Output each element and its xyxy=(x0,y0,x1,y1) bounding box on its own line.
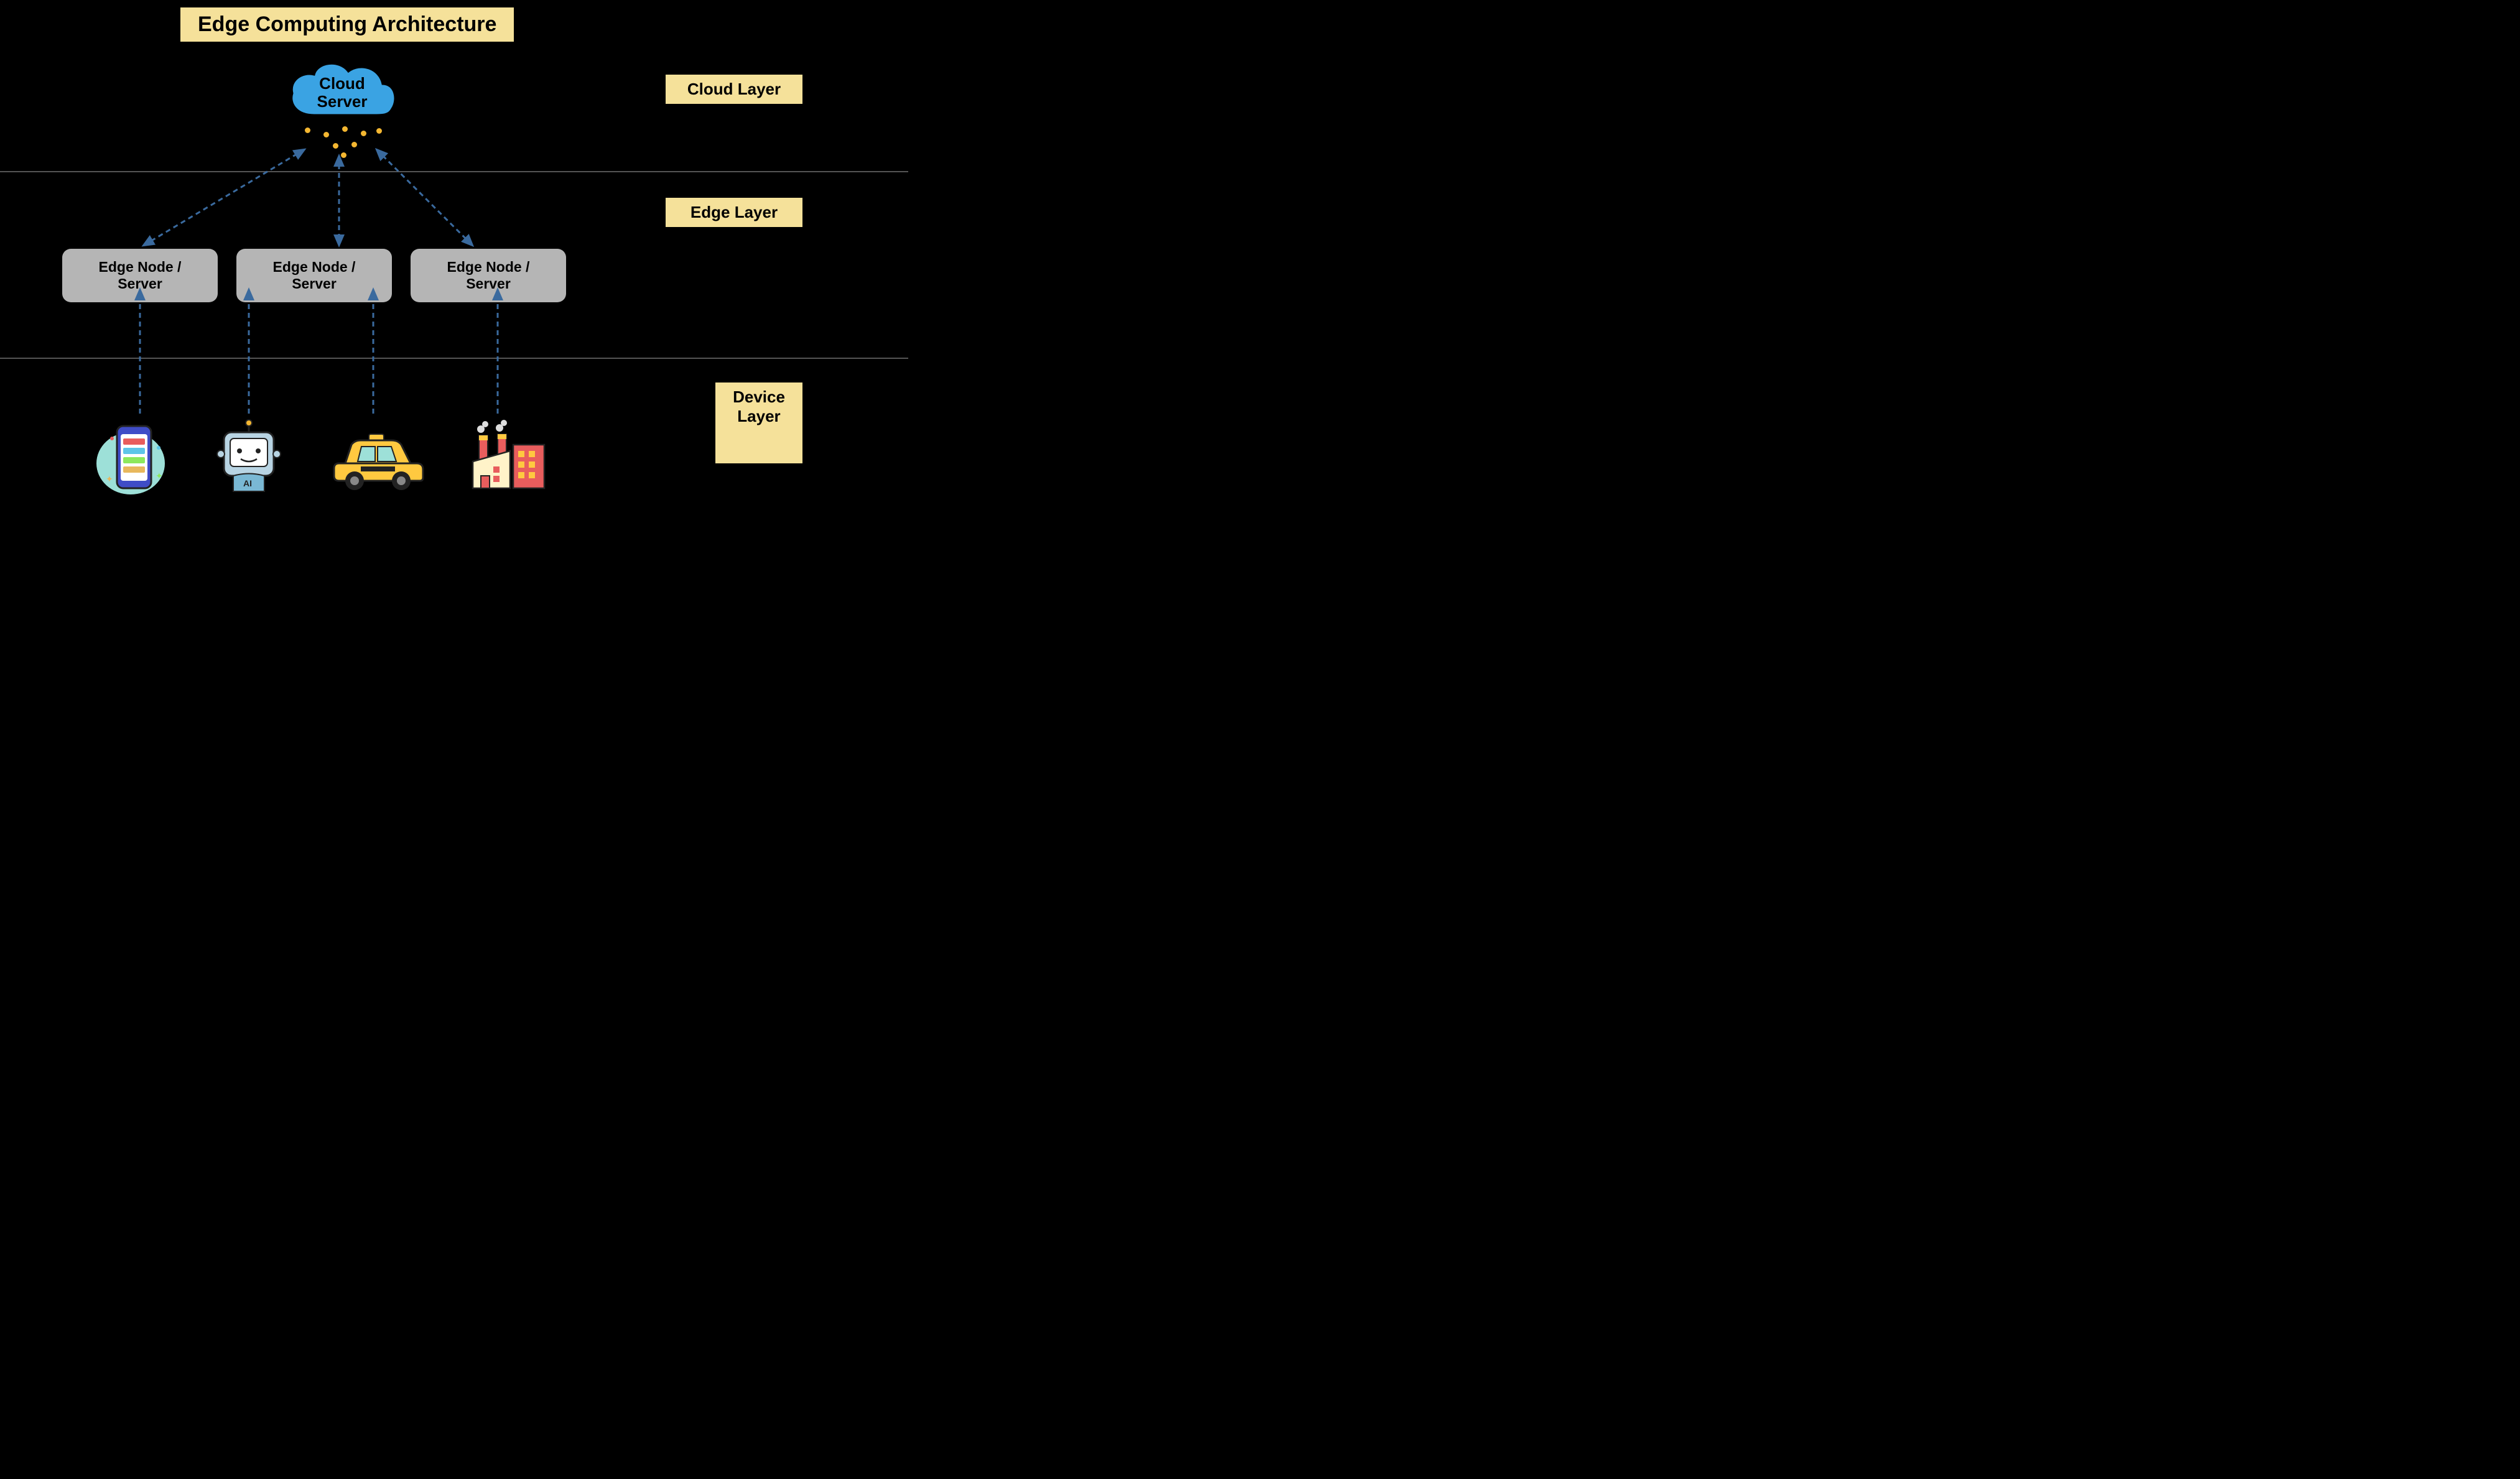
cloud-rain-dots-icon xyxy=(299,124,386,155)
edge-node-3: Edge Node / Server xyxy=(411,249,566,302)
edge-node-1: Edge Node / Server xyxy=(62,249,218,302)
cloud-server-node: Cloud Server xyxy=(274,56,411,124)
diagram-title: Edge Computing Architecture xyxy=(180,7,514,42)
svg-text:✦: ✦ xyxy=(156,471,163,481)
smartphone-app-icon: ✦ ✦ xyxy=(87,417,174,498)
factory-icon xyxy=(463,417,551,498)
ai-robot-icon: AI xyxy=(202,417,289,498)
taxi-car-icon xyxy=(327,417,414,498)
cloud-label-line2: Server xyxy=(317,92,368,111)
layer-divider-1 xyxy=(0,171,908,172)
layer-label-device: Device Layer xyxy=(715,382,802,463)
cloud-label-line1: Cloud xyxy=(319,74,365,93)
layer-label-edge: Edge Layer xyxy=(666,198,802,227)
layer-label-cloud: Cloud Layer xyxy=(666,75,802,104)
layer-divider-2 xyxy=(0,358,908,359)
cloud-icon: Cloud Server xyxy=(283,56,401,124)
svg-text:✦: ✦ xyxy=(106,474,113,484)
edge-node-2: Edge Node / Server xyxy=(236,249,392,302)
svg-text:AI: AI xyxy=(243,478,252,488)
